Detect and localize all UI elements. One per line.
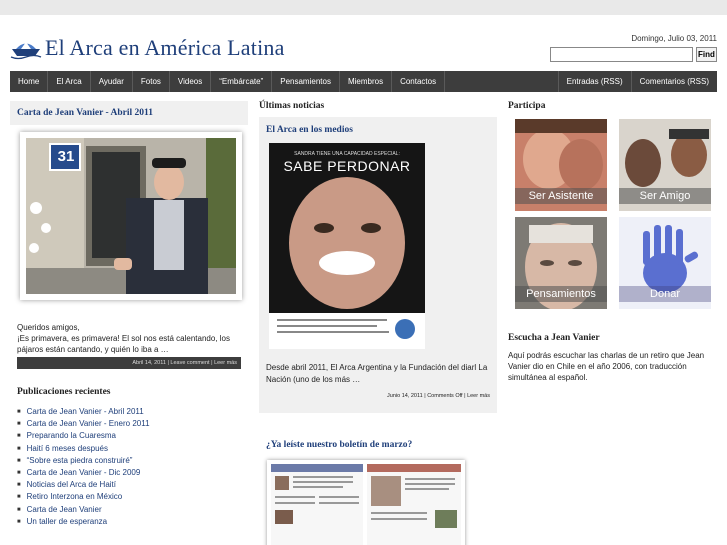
nav-comments-rss[interactable]: Comentarios (RSS): [630, 71, 717, 92]
nav-videos[interactable]: Videos: [170, 71, 212, 92]
nav-pensamientos[interactable]: Pensamientos: [272, 71, 340, 92]
leave-comment-link[interactable]: Leave comment: [170, 360, 209, 366]
sabe-perdonar-poster[interactable]: SANDRA TIENE UNA CAPACIDAD ESPECIAL: SAB…: [269, 143, 425, 349]
recent-post-link[interactable]: Preparando la Cuaresma: [17, 430, 248, 442]
nav-ayudar[interactable]: Ayudar: [91, 71, 133, 92]
nav-entries-rss[interactable]: Entradas (RSS): [557, 71, 631, 92]
post-date: Abril 14, 2011: [132, 360, 166, 366]
news-post-excerpt: Desde abril 2011, El Arca Argentina y la…: [266, 363, 488, 384]
nav-home[interactable]: Home: [10, 71, 49, 92]
right-column: Participa Ser Asistente Ser Amigo Pensam…: [508, 101, 718, 383]
poster-subtitle: SANDRA TIENE UNA CAPACIDAD ESPECIAL:: [294, 151, 400, 157]
tile-label: Pensamientos: [515, 286, 607, 302]
ser-asistente-tile[interactable]: Ser Asistente: [515, 119, 607, 211]
escucha-text: Aquí podrás escuchar las charlas de un r…: [508, 351, 705, 382]
recent-post-link[interactable]: Carta de Jean Vanier - Enero 2011: [17, 418, 248, 430]
news-post-title[interactable]: El Arca en los medios: [266, 125, 490, 135]
ark-logo-icon: [10, 42, 42, 60]
recent-post-link[interactable]: Carta de Jean Vanier: [17, 504, 248, 516]
site-logo[interactable]: El Arca en América Latina: [10, 35, 285, 61]
featured-photo-frame: 31: [20, 132, 242, 300]
recent-post-link[interactable]: Carta de Jean Vanier - Dic 2009: [17, 467, 248, 479]
donar-tile[interactable]: Donar: [619, 217, 711, 309]
ser-amigo-tile[interactable]: Ser Amigo: [619, 119, 711, 211]
left-column: Carta de Jean Vanier - Abril 2011 31 Que…: [10, 101, 248, 528]
recent-posts-list: Carta de Jean Vanier - Abril 2011 Carta …: [17, 406, 248, 528]
site-title[interactable]: El Arca en América Latina: [45, 35, 285, 61]
pensamientos-tile[interactable]: Pensamientos: [515, 217, 607, 309]
comments-off-label: Comments Off: [427, 393, 463, 399]
nav-embarcate[interactable]: “Embárcate”: [211, 71, 273, 92]
page: El Arca en América Latina Domingo, Julio…: [0, 15, 727, 545]
excerpt-text: ¡Es primavera, es primavera! El sol nos …: [17, 334, 230, 354]
participa-title: Participa: [508, 101, 546, 111]
featured-post-title[interactable]: Carta de Jean Vanier - Abril 2011: [17, 108, 153, 118]
news-post: El Arca en los medios SANDRA TIENE UNA C…: [259, 117, 497, 413]
recent-post-link[interactable]: Retiro Interzona en México: [17, 491, 248, 503]
nav-feeds: Entradas (RSS) Comentarios (RSS): [557, 71, 717, 92]
escucha-title: Escucha a Jean Vanier: [508, 333, 600, 343]
excerpt-greeting: Queridos amigos,: [17, 323, 80, 332]
tile-label: Ser Asistente: [515, 188, 607, 204]
news-post-meta: Junio 14, 2011 | Comments Off | Leer más: [387, 393, 490, 399]
nav-fotos[interactable]: Fotos: [133, 71, 170, 92]
recent-post-link[interactable]: Haití 6 meses después: [17, 443, 248, 455]
main-nav: Home El Arca Ayudar Fotos Videos “Embárc…: [10, 71, 717, 92]
nav-contactos[interactable]: Contactos: [392, 71, 446, 92]
recent-post-link[interactable]: Noticias del Arca de Haití: [17, 479, 248, 491]
nav-el-arca[interactable]: El Arca: [48, 71, 91, 92]
recent-post-link[interactable]: Carta de Jean Vanier - Abril 2011: [17, 406, 248, 418]
find-button[interactable]: Find: [696, 47, 717, 62]
featured-post-header: Carta de Jean Vanier - Abril 2011: [10, 101, 248, 125]
nav-miembros[interactable]: Miembros: [340, 71, 393, 92]
recent-posts-title: Publicaciones recientes: [17, 387, 111, 397]
read-more-link[interactable]: Leer más: [214, 360, 237, 366]
newsletter-thumbnail[interactable]: [267, 460, 465, 545]
participa-tiles: Ser Asistente Ser Amigo Pensamientos Don…: [515, 119, 718, 309]
read-more-link[interactable]: Leer más: [467, 393, 490, 399]
recent-post-link[interactable]: Un taller de esperanza: [17, 516, 248, 528]
jean-vanier-photo[interactable]: 31: [26, 138, 236, 294]
tile-label: Ser Amigo: [619, 188, 711, 204]
poster-headline: SABE PERDONAR: [283, 158, 411, 174]
middle-column: Últimas noticias El Arca en los medios S…: [259, 101, 497, 545]
latest-news-heading: Últimas noticias: [259, 101, 325, 111]
current-date: Domingo, Julio 03, 2011: [631, 34, 717, 43]
featured-post-meta: Abril 14, 2011 | Leave comment | Leer má…: [17, 357, 241, 369]
post-date: Junio 14, 2011: [387, 393, 423, 399]
tile-label: Donar: [619, 286, 711, 302]
search-input[interactable]: [550, 47, 693, 62]
featured-post-excerpt: Queridos amigos, ¡Es primavera, es prima…: [17, 322, 242, 355]
house-number-sign: 31: [57, 148, 75, 165]
newsletter-post-title[interactable]: ¿Ya leíste nuestro boletín de marzo?: [266, 440, 497, 450]
recent-post-link[interactable]: “Sobre esta piedra construiré”: [17, 455, 248, 467]
